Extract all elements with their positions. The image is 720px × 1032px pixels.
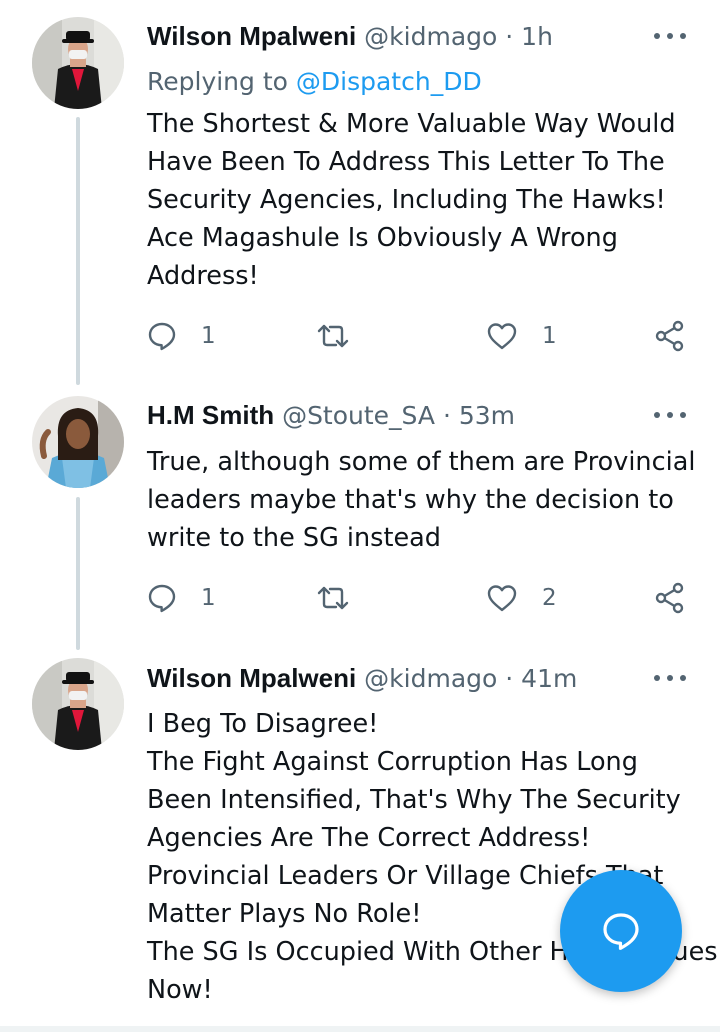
timestamp[interactable]: 53m (459, 401, 515, 430)
user-handle[interactable]: @kidmago (364, 664, 497, 693)
tweet-1[interactable]: Wilson Mpalweni @kidmago · 1h Replying t… (0, 0, 720, 390)
tweet-text-line: Address! (147, 261, 259, 291)
tweet-header: H.M Smith @Stoute_SA · 53m (147, 397, 640, 433)
more-dots-icon[interactable] (654, 405, 686, 425)
tweet-text-line: The Fight Against Corruption Has Long (147, 747, 638, 777)
like-count: 1 (542, 323, 557, 349)
share-icon (655, 582, 684, 614)
retweet-button[interactable] (315, 578, 351, 618)
heart-icon (487, 585, 517, 612)
user-handle[interactable]: @kidmago (364, 22, 497, 51)
reply-button[interactable]: 1 (147, 578, 216, 618)
tweet-2[interactable]: H.M Smith @Stoute_SA · 53m True, althoug… (0, 390, 720, 650)
tweet-actions: 1 1 (0, 316, 720, 356)
separator-dot: · (505, 22, 514, 51)
compose-reply-icon (603, 913, 639, 950)
timestamp[interactable]: 41m (521, 664, 577, 693)
tweet-text-line: leaders maybe that's why the decision to (147, 485, 674, 515)
tweet-text-line: The Shortest & More Valuable Way Would (147, 109, 676, 139)
display-name[interactable]: H.M Smith (147, 400, 274, 430)
replying-to-label: Replying to (147, 67, 296, 96)
like-count: 2 (542, 585, 557, 611)
heart-icon (487, 323, 517, 350)
tweet-text-line: Have Been To Address This Letter To The (147, 147, 665, 177)
more-dots-icon[interactable] (654, 26, 686, 46)
tweet-text-line: Security Agencies, Including The Hawks! (147, 185, 666, 215)
reply-bubble-icon (148, 322, 176, 351)
avatar-wilson[interactable] (32, 17, 124, 109)
share-button[interactable] (654, 578, 686, 618)
avatar-wilson[interactable] (32, 658, 124, 750)
share-button[interactable] (654, 316, 686, 356)
compose-reply-button[interactable] (560, 870, 682, 992)
reply-count: 1 (201, 585, 216, 611)
avatar-image (32, 17, 124, 109)
retweet-icon (317, 586, 349, 610)
share-icon (655, 320, 684, 352)
tweet-text-line: write to the SG instead (147, 523, 441, 553)
reply-bubble-icon (148, 584, 176, 613)
tweet-text-line: Agencies Are The Correct Address! (147, 823, 591, 853)
replying-to: Replying to @Dispatch_DD (147, 64, 482, 100)
separator-dot: · (505, 664, 514, 693)
tweet-text-line: I Beg To Disagree! (147, 709, 379, 739)
timestamp[interactable]: 1h (521, 22, 553, 51)
avatar-image (32, 658, 124, 750)
retweet-icon (317, 324, 349, 348)
avatar-image (32, 396, 124, 488)
tweet-text-line: True, although some of them are Provinci… (147, 447, 696, 477)
avatar-hm-smith[interactable] (32, 396, 124, 488)
like-button[interactable]: 2 (486, 578, 557, 618)
like-button[interactable]: 1 (486, 316, 557, 356)
bottom-divider (0, 1026, 720, 1032)
more-dots-icon[interactable] (654, 668, 686, 688)
tweet-actions: 1 2 (0, 578, 720, 618)
tweet-header: Wilson Mpalweni @kidmago · 41m (147, 660, 640, 696)
tweet-text-line: Been Intensified, That's Why The Securit… (147, 785, 681, 815)
reply-count: 1 (201, 323, 216, 349)
thread-line (76, 497, 80, 650)
tweet-header: Wilson Mpalweni @kidmago · 1h (147, 18, 640, 54)
retweet-button[interactable] (315, 316, 351, 356)
tweet-text: True, although some of them are Provinci… (147, 443, 696, 557)
reply-button[interactable]: 1 (147, 316, 216, 356)
display-name[interactable]: Wilson Mpalweni (147, 21, 356, 51)
tweet-text: The Shortest & More Valuable Way Would H… (147, 105, 687, 295)
mention-link[interactable]: @Dispatch_DD (296, 67, 482, 96)
display-name[interactable]: Wilson Mpalweni (147, 663, 356, 693)
separator-dot: · (442, 401, 451, 430)
tweet-text-line: Ace Magashule Is Obviously A Wrong (147, 223, 618, 253)
user-handle[interactable]: @Stoute_SA (282, 401, 435, 430)
